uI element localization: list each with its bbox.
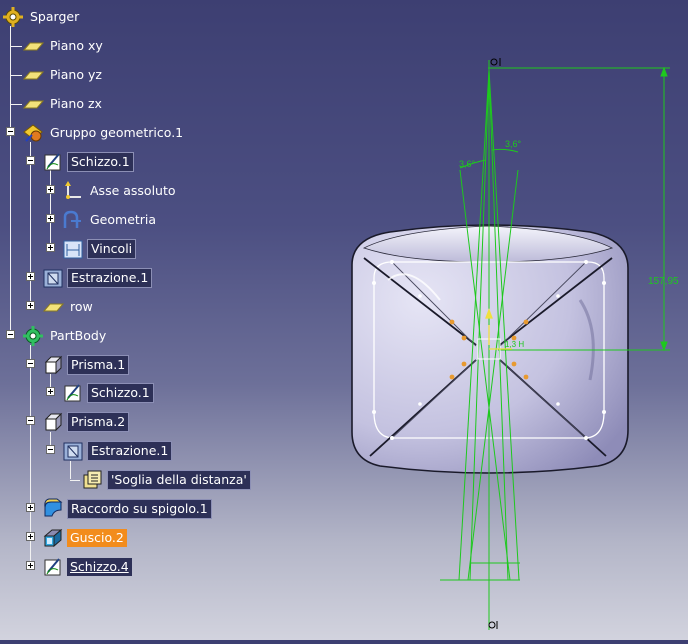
sketch-icon (42, 556, 64, 578)
tree-item-label: Prisma.2 (67, 412, 130, 432)
pad-icon (42, 411, 64, 433)
tree-item-label: Raccordo su spigolo.1 (67, 499, 212, 519)
tree-item-label: 'Soglia della distanza' (107, 470, 251, 490)
tree-item-prisma2-estrazione[interactable]: Estrazione.1 (62, 440, 173, 462)
expand-icon[interactable] (46, 387, 55, 396)
tree-item-prisma1-schizzo[interactable]: Schizzo.1 (62, 382, 154, 404)
tree-item-vincoli[interactable]: Vincoli (62, 238, 137, 260)
tree-item-partbody[interactable]: PartBody (22, 325, 109, 347)
tree-item-label: PartBody (50, 328, 107, 343)
expand-icon[interactable] (46, 243, 55, 252)
tree-item-gruppo-geometrico[interactable]: Gruppo geometrico.1 (22, 122, 186, 144)
tree-item-label: Prisma.1 (67, 355, 130, 375)
collapse-icon[interactable] (26, 359, 35, 368)
expand-icon[interactable] (46, 185, 55, 194)
expand-icon[interactable] (26, 561, 35, 570)
tree-connector (10, 75, 22, 76)
threshold-icon (82, 469, 104, 491)
tree-item-soglia-distanza[interactable]: 'Soglia della distanza' (82, 469, 251, 491)
expand-icon[interactable] (46, 214, 55, 223)
tree-item-guscio-2[interactable]: Guscio.2 (42, 527, 127, 549)
shell-icon (42, 527, 64, 549)
tree-item-prisma-2[interactable]: Prisma.2 (42, 411, 130, 433)
plane-icon (22, 64, 44, 86)
geometry-canvas[interactable]: 157,95 3,6° 3,6° 1,3 H (300, 0, 688, 640)
tree-item-schizzo-1[interactable]: Schizzo.1 (42, 151, 134, 173)
collapse-icon[interactable] (26, 416, 35, 425)
tree-item-estrazione-1[interactable]: Estrazione.1 (42, 267, 153, 289)
sketch-icon (42, 151, 64, 173)
constraints-icon (62, 238, 84, 260)
dimension-vertical[interactable]: 157,95 (648, 276, 679, 287)
tree-item-label: Piano zx (50, 96, 102, 111)
geometrical-set-icon (22, 122, 44, 144)
3d-viewport[interactable]: 157,95 3,6° 3,6° 1,3 H (300, 0, 688, 640)
dimension-small[interactable]: 1,3 H (505, 340, 524, 349)
plane-icon (42, 296, 64, 318)
pad-icon (42, 354, 64, 376)
tree-item-label: Asse assoluto (90, 183, 176, 198)
tree-item-asse-assoluto[interactable]: Asse assoluto (62, 180, 179, 202)
tree-item-piano-xy[interactable]: Piano xy (22, 35, 106, 57)
tree-item-label: Estrazione.1 (67, 268, 153, 288)
axis-icon (62, 180, 84, 202)
tree-item-label: Piano xy (50, 38, 103, 53)
tree-connector (70, 480, 80, 481)
expand-icon[interactable] (26, 301, 35, 310)
expand-icon[interactable] (26, 503, 35, 512)
tree-item-schizzo-4[interactable]: Schizzo.4 (42, 556, 132, 578)
expand-icon[interactable] (26, 272, 35, 281)
tree-item-geometria[interactable]: Geometria (62, 209, 159, 231)
tree-connector (30, 142, 31, 307)
collapse-icon[interactable] (46, 445, 55, 454)
collapse-icon[interactable] (6, 127, 15, 136)
fillet-icon (42, 498, 64, 520)
tree-item-label: Sparger (30, 9, 80, 24)
tree-connector (10, 104, 22, 105)
tree-item-label: row (70, 299, 93, 314)
plane-icon (22, 35, 44, 57)
dimension-angle-left[interactable]: 3,6° (459, 159, 476, 169)
collapse-icon[interactable] (6, 330, 15, 339)
plane-icon (22, 93, 44, 115)
tree-item-label: Estrazione.1 (87, 441, 173, 461)
gear-icon (2, 6, 24, 28)
tree-item-row[interactable]: row (42, 296, 96, 318)
extract-icon (62, 440, 84, 462)
collapse-icon[interactable] (26, 156, 35, 165)
tree-connector (50, 170, 51, 248)
specification-tree: Sparger Piano xy Piano yz Piano zx Grupp… (0, 0, 300, 600)
geometry-icon (62, 209, 84, 231)
tree-item-piano-zx[interactable]: Piano zx (22, 93, 105, 115)
extract-icon (42, 267, 64, 289)
tree-item-label: Gruppo geometrico.1 (50, 125, 184, 140)
tree-item-label: Vincoli (87, 239, 137, 259)
body-icon (22, 325, 44, 347)
tree-item-label: Schizzo.1 (67, 152, 134, 172)
tree-connector (10, 46, 22, 47)
tree-item-label: Schizzo.1 (87, 383, 154, 403)
dimension-angle-right[interactable]: 3,6° (505, 139, 522, 149)
tree-item-label: Piano yz (50, 67, 102, 82)
tree-item-sparger[interactable]: Sparger (2, 6, 82, 28)
tree-connector (70, 461, 71, 479)
tree-item-piano-yz[interactable]: Piano yz (22, 64, 105, 86)
tree-item-prisma-1[interactable]: Prisma.1 (42, 354, 130, 376)
sketch-icon (62, 382, 84, 404)
expand-icon[interactable] (26, 532, 35, 541)
tree-item-label: Geometria (90, 212, 157, 227)
tree-connector (10, 26, 11, 331)
tree-item-label: Guscio.2 (67, 529, 127, 547)
tree-item-label: Schizzo.4 (67, 558, 132, 576)
tree-item-raccordo[interactable]: Raccordo su spigolo.1 (42, 498, 212, 520)
